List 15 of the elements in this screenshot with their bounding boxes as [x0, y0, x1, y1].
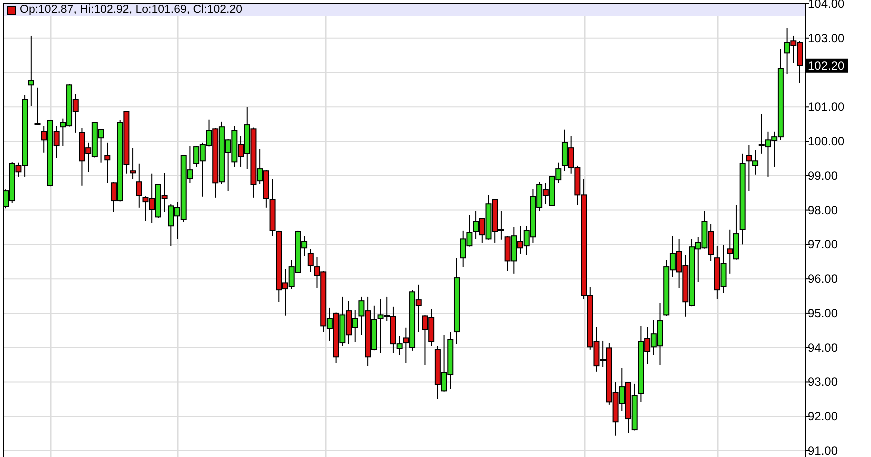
axis-label: 92.00: [808, 410, 838, 424]
axis-label: 94.00: [808, 340, 838, 355]
last-price-tag: 102.20: [806, 58, 848, 73]
axis-label: 103.00: [808, 31, 845, 46]
axis-label: 99.00: [808, 168, 838, 183]
axis-label: 98.00: [808, 203, 838, 218]
axis-label: 101.00: [808, 100, 845, 114]
axis-label: 97.00: [808, 238, 838, 252]
axis-label: 96.00: [808, 272, 838, 286]
axis-label: 91.00: [808, 444, 838, 457]
axis-label: 100.00: [808, 134, 845, 149]
square-icon: [7, 6, 16, 14]
axis-label: 93.00: [808, 375, 838, 390]
axis-label: 95.00: [808, 306, 838, 320]
ohlc-readout: Op:102.87, Hi:102.92, Lo:101.69, Cl:102.20: [20, 4, 242, 16]
